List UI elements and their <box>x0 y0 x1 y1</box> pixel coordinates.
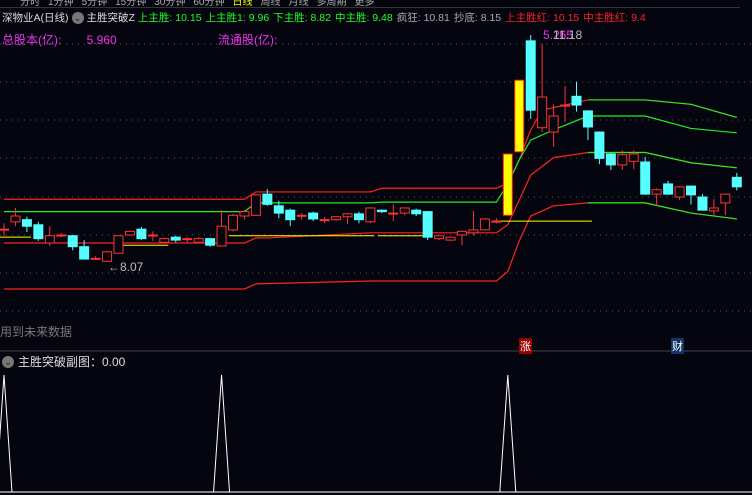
future-data-note: 用到未来数据 <box>0 325 73 339</box>
candle <box>617 154 628 166</box>
candle <box>697 196 708 211</box>
candle <box>331 216 342 221</box>
candle <box>296 214 307 217</box>
candle <box>468 229 479 234</box>
candle <box>594 131 605 159</box>
band-line <box>4 99 737 200</box>
signal-spike <box>499 374 517 493</box>
candle <box>273 205 284 214</box>
candle <box>33 224 44 240</box>
candle <box>285 209 296 221</box>
candle <box>628 153 639 162</box>
candlestick-chart[interactable] <box>0 0 752 495</box>
candle <box>376 209 387 213</box>
candle <box>582 110 593 128</box>
candle <box>67 235 78 248</box>
candle <box>445 236 456 241</box>
candle <box>663 183 674 195</box>
candle <box>399 207 410 214</box>
candle <box>136 228 147 240</box>
candle <box>10 215 21 223</box>
candle <box>651 189 662 195</box>
high-price-label: 11.18 <box>553 28 583 42</box>
candle <box>731 176 742 188</box>
candle <box>170 236 181 241</box>
candle <box>571 95 582 106</box>
candle <box>0 228 9 231</box>
candle <box>216 225 227 247</box>
limit-up-tag[interactable]: 涨 <box>519 338 532 354</box>
candle <box>674 186 685 198</box>
low-price-label: ←8.07 <box>108 260 144 274</box>
candle <box>159 238 170 243</box>
candle <box>353 213 364 221</box>
candle <box>514 79 525 153</box>
candle <box>388 212 399 215</box>
candle <box>686 185 696 196</box>
candle <box>525 40 536 111</box>
candle <box>113 235 124 254</box>
candle <box>491 220 502 223</box>
candle <box>560 104 571 107</box>
candle <box>640 161 651 195</box>
candle <box>56 234 67 237</box>
candle <box>205 238 216 246</box>
candle <box>21 219 32 227</box>
candle <box>147 234 158 237</box>
candle <box>239 211 250 217</box>
candle <box>228 214 238 231</box>
candle <box>422 211 433 238</box>
candle <box>708 207 719 212</box>
signal-spike <box>0 374 13 493</box>
candle <box>308 212 319 220</box>
candle <box>250 194 261 216</box>
finance-tag[interactable]: 财 <box>671 338 684 354</box>
band-line <box>4 151 737 244</box>
candle <box>605 153 616 166</box>
candle <box>262 193 273 205</box>
candle <box>365 207 376 223</box>
candle <box>548 115 559 133</box>
candle <box>720 193 731 204</box>
candle <box>90 257 101 260</box>
candle <box>79 246 90 260</box>
band-line <box>587 99 737 119</box>
candle <box>193 238 204 243</box>
candle <box>434 235 445 240</box>
sub-chart-header: ⌄ 主胜突破副图：0.00 <box>2 353 125 370</box>
candle <box>479 218 490 231</box>
candle <box>44 235 55 244</box>
candle <box>457 230 467 236</box>
candle <box>537 96 548 129</box>
sub-chart-title: 主胜突破副图：0.00 <box>18 355 126 369</box>
candle <box>319 219 330 222</box>
chevron-down-icon[interactable]: ⌄ <box>2 355 14 368</box>
signal-spike <box>213 374 231 493</box>
candle <box>342 213 353 218</box>
candle <box>502 153 513 216</box>
candle <box>124 230 135 236</box>
candle <box>411 209 422 215</box>
candle <box>182 238 193 241</box>
